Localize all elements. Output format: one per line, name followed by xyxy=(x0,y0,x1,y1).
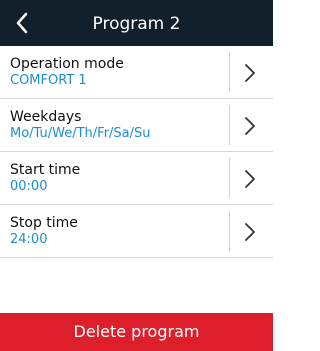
delete-program-button[interactable]: Delete program xyxy=(0,313,273,351)
program-screen: Program 2 Operation mode COMFORT 1 Weekd… xyxy=(0,0,273,351)
row-divider xyxy=(229,211,230,251)
row-value: Mo/Tu/We/Th/Fr/Sa/Su xyxy=(10,126,151,141)
row-divider xyxy=(229,105,230,145)
row-divider xyxy=(229,52,230,92)
row-label: Stop time xyxy=(10,215,78,231)
row-divider xyxy=(229,158,230,198)
row-value: 00:00 xyxy=(10,179,48,194)
row-value: COMFORT 1 xyxy=(10,73,87,88)
chevron-right-icon[interactable] xyxy=(243,62,257,84)
page-title: Program 2 xyxy=(92,14,181,34)
row-value: 24:00 xyxy=(10,232,48,247)
row-label: Weekdays xyxy=(10,109,82,125)
row-label: Start time xyxy=(10,162,81,178)
chevron-right-icon[interactable] xyxy=(243,115,257,137)
header-bar: Program 2 xyxy=(0,0,273,46)
chevron-right-icon[interactable] xyxy=(243,221,257,243)
row-start-time[interactable]: Start time 00:00 xyxy=(0,152,273,205)
row-label: Operation mode xyxy=(10,56,124,72)
row-stop-time[interactable]: Stop time 24:00 xyxy=(0,205,273,258)
chevron-right-icon[interactable] xyxy=(243,168,257,190)
row-operation-mode[interactable]: Operation mode COMFORT 1 xyxy=(0,46,273,99)
row-weekdays[interactable]: Weekdays Mo/Tu/We/Th/Fr/Sa/Su xyxy=(0,99,273,152)
settings-list: Operation mode COMFORT 1 Weekdays Mo/Tu/… xyxy=(0,46,273,258)
